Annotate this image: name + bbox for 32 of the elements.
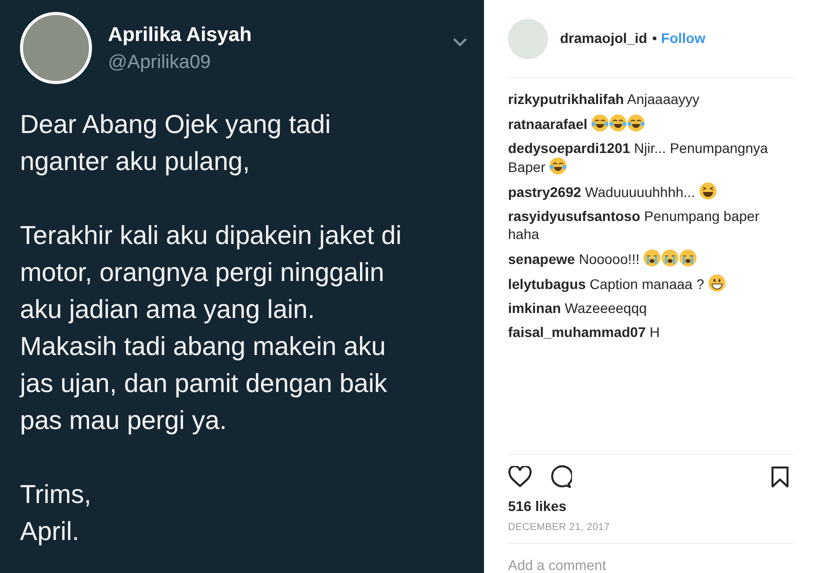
comment: rasyidyusufsantoso Penumpang baper haha bbox=[508, 207, 760, 243]
crying-face-icon bbox=[679, 249, 698, 267]
post-date: DECEMBER 21, 2017 bbox=[508, 521, 611, 535]
laughing-tears-face-icon bbox=[549, 157, 568, 175]
comment-bubble-icon[interactable] bbox=[548, 465, 572, 489]
bookmark-icon[interactable] bbox=[771, 466, 789, 488]
laughing-tears-face-icon bbox=[591, 114, 610, 132]
separator-dot: • bbox=[652, 29, 658, 48]
heart-icon[interactable] bbox=[508, 466, 532, 488]
tweet-text: Terakhir kali aku dipakein jaket di motor, orangnya pergi ninggalin aku jadian ama yang lain. Makasih tadi abang makein aku jas ujan, dan pamit dengan baik pas mau pergi ya. bbox=[20, 219, 403, 437]
comment: rizkyputrikhalifah Anjaaaayyy bbox=[508, 90, 700, 108]
squinting-grin-face-icon bbox=[698, 182, 717, 200]
tweet-text: Trims, April. bbox=[20, 478, 92, 548]
chevron-down-icon[interactable] bbox=[452, 37, 468, 47]
tweet-author-name: Aprilika Aisyah bbox=[108, 23, 253, 48]
grinning-face-icon bbox=[708, 274, 726, 292]
comment: imkinan Wazeeeeqqq bbox=[508, 299, 648, 317]
comment-field[interactable]: Add a comment bbox=[508, 555, 795, 573]
laughing-tears-face-icon bbox=[627, 114, 646, 132]
crying-face-icon bbox=[643, 249, 662, 267]
likes-count[interactable]: 516 likes bbox=[508, 497, 795, 515]
comment: ratnaarafael bbox=[508, 114, 787, 133]
tweet-text: Dear Abang Ojek yang tadi nganter aku pulang, bbox=[20, 108, 332, 178]
crying-face-icon bbox=[661, 249, 680, 267]
comment: faisal_muhammad07 H bbox=[508, 323, 661, 341]
comment: pastry2692 Waduuuuuhhhh... bbox=[508, 182, 787, 201]
comment: lelytubagus Caption manaaa ? bbox=[508, 274, 787, 293]
comment: senapewe Nooooo!!! bbox=[508, 249, 787, 268]
comment: dedysoepardi1201 Njir... Penumpangnya Baper bbox=[508, 139, 769, 176]
laughing-tears-face-icon bbox=[609, 114, 628, 132]
username[interactable]: dramaojol_id bbox=[560, 28, 648, 49]
tweet-author-handle: @Aprilika09 bbox=[108, 51, 212, 75]
